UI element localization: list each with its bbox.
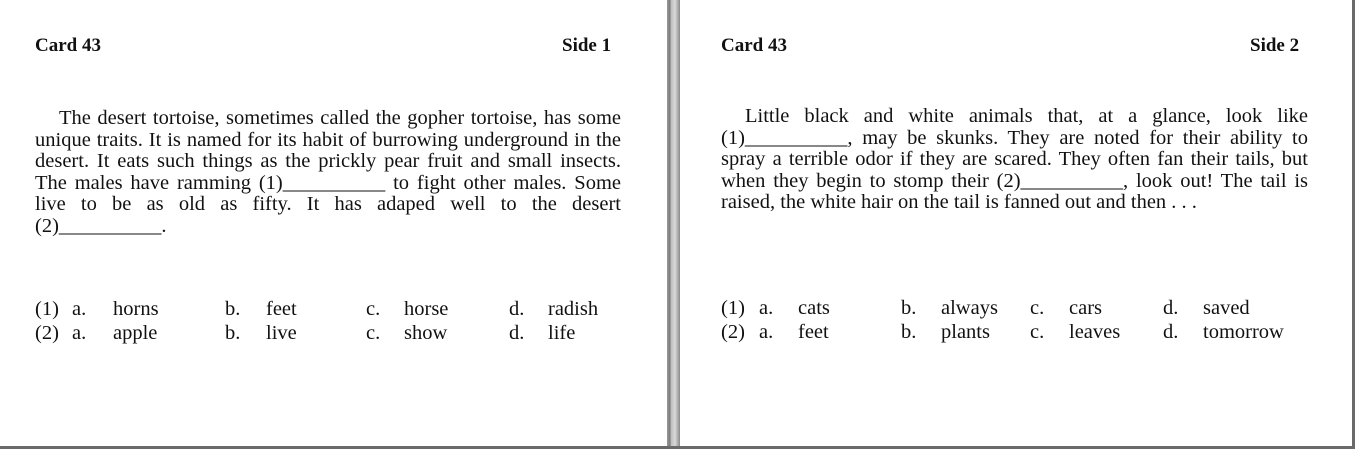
choice-letter-c: c. xyxy=(1030,297,1045,319)
choice-d[interactable]: tomorrow xyxy=(1203,320,1284,344)
choice-letter-a: a. xyxy=(72,298,87,320)
passage-text: Little black and white animals that, at … xyxy=(721,105,1308,213)
choice-c[interactable]: show xyxy=(404,321,447,345)
choice-a[interactable]: horns xyxy=(113,297,159,321)
choice-b[interactable]: feet xyxy=(266,297,297,321)
passage-text: The desert tortoise, sometimes called th… xyxy=(35,107,621,237)
choice-letter-b: b. xyxy=(225,298,241,320)
choice-d[interactable]: radish xyxy=(548,297,598,321)
choice-letter-a: a. xyxy=(759,321,774,343)
choice-letter-b: b. xyxy=(225,322,241,344)
choice-letter-d: d. xyxy=(509,298,525,320)
choice-a[interactable]: cats xyxy=(798,296,830,320)
choice-letter-c: c. xyxy=(366,298,381,320)
choice-b[interactable]: always xyxy=(941,296,998,320)
choice-b[interactable]: plants xyxy=(941,320,990,344)
choice-letter-c: c. xyxy=(366,322,381,344)
choice-d[interactable]: life xyxy=(548,321,575,345)
passage: The desert tortoise, sometimes called th… xyxy=(35,107,621,237)
choice-letter-b: b. xyxy=(901,297,917,319)
question-number: (2) xyxy=(35,322,59,344)
choice-b[interactable]: live xyxy=(266,321,297,345)
choice-a[interactable]: feet xyxy=(798,320,829,344)
card-number-label: Card 43 xyxy=(721,35,787,56)
question-number: (1) xyxy=(721,297,745,319)
choice-c[interactable]: cars xyxy=(1069,296,1102,320)
choice-letter-d: d. xyxy=(1163,297,1179,319)
choice-c[interactable]: leaves xyxy=(1069,320,1120,344)
choice-letter-d: d. xyxy=(1163,321,1179,343)
choice-letter-a: a. xyxy=(72,322,87,344)
choice-a[interactable]: apple xyxy=(113,321,157,345)
choice-c[interactable]: horse xyxy=(404,297,448,321)
card-divider xyxy=(667,0,680,449)
choice-letter-c: c. xyxy=(1030,321,1045,343)
question-number: (1) xyxy=(35,298,59,320)
side-label: Side 1 xyxy=(562,35,612,56)
choice-letter-d: d. xyxy=(509,322,525,344)
question-number: (2) xyxy=(721,321,745,343)
card-number-label: Card 43 xyxy=(35,35,101,56)
choice-letter-b: b. xyxy=(901,321,917,343)
side-label: Side 2 xyxy=(1250,35,1300,56)
choice-letter-a: a. xyxy=(759,297,774,319)
card-side-2: Card 43 Side 2 Little black and white an… xyxy=(680,0,1355,447)
card-side-1: Card 43 Side 1 The desert tortoise, some… xyxy=(0,0,667,447)
choice-d[interactable]: saved xyxy=(1203,296,1250,320)
passage: Little black and white animals that, at … xyxy=(721,105,1308,214)
